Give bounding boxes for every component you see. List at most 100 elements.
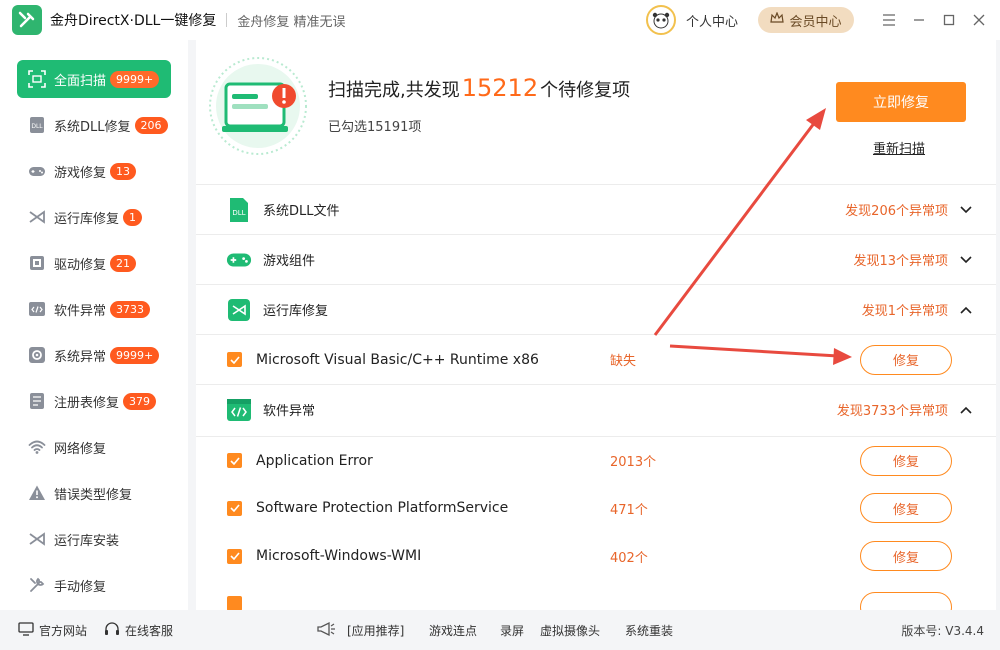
checkbox[interactable] [227, 596, 242, 610]
category-row-game[interactable]: 游戏组件 发现13个异常项 [196, 234, 996, 284]
sidebar-item-system-dll[interactable]: DLL 系统DLL修复 206 [17, 106, 171, 144]
chevron-down-icon[interactable] [958, 202, 974, 218]
code-icon [27, 299, 47, 319]
maximize-icon[interactable] [934, 0, 964, 40]
dll-icon: DLL [27, 115, 47, 135]
footer-link-system-reinstall[interactable]: 系统重装 [625, 622, 673, 639]
footer-link-screen-recorder[interactable]: 录屏 [500, 622, 524, 639]
dll-icon: DLL [226, 197, 252, 223]
rescan-link[interactable]: 重新扫描 [873, 138, 925, 157]
sidebar-item-label: 运行库修复 [54, 211, 120, 227]
scan-result-title: 扫描完成,共发现 15212 个待修复项 [328, 74, 630, 102]
gamepad-icon [226, 247, 252, 273]
minimize-icon[interactable] [904, 0, 934, 40]
wifi-icon [27, 437, 47, 457]
selected-count: 已勾选15191项 [328, 120, 422, 135]
category-row-runtime[interactable]: 运行库修复 发现1个异常项 [196, 284, 996, 334]
title-divider [226, 13, 228, 27]
sidebar-item-system-error[interactable]: 系统异常 9999+ [17, 336, 171, 374]
runtime-icon [226, 297, 252, 323]
sidebar-item-manual-repair[interactable]: 手动修复 [17, 566, 171, 604]
sidebar-badge: 3733 [110, 300, 151, 318]
app-title: 金舟DirectX·DLL一键修复 [50, 13, 217, 29]
close-icon[interactable] [964, 0, 994, 40]
fix-now-button[interactable]: 立即修复 [836, 82, 966, 122]
sidebar-item-label: 手动修复 [54, 579, 107, 595]
runtime-icon [27, 207, 47, 227]
sidebar-badge: 379 [123, 392, 157, 410]
category-row-software[interactable]: 软件异常 发现3733个异常项 [196, 384, 996, 434]
category-status: 发现1个异常项 [861, 304, 948, 319]
headset-icon [104, 621, 120, 640]
megaphone-icon [316, 621, 336, 640]
scan-icon [27, 69, 47, 89]
chevron-up-icon[interactable] [958, 302, 974, 318]
scan-title-suffix: 个待修复项 [540, 80, 631, 101]
code-icon [226, 397, 252, 423]
sidebar-badge: 206 [134, 116, 168, 134]
sidebar-item-runtime-install[interactable]: 运行库安装 [17, 520, 171, 558]
app-logo-icon [12, 5, 42, 35]
sidebar-item-registry-repair[interactable]: 注册表修复 379 [17, 382, 171, 420]
sidebar-item-label: 软件异常 [54, 303, 107, 319]
driver-icon [27, 253, 47, 273]
svg-text:DLL: DLL [31, 123, 43, 130]
scan-summary: 扫描完成,共发现 15212 个待修复项 已勾选15191项 立即修复 重新扫描 [196, 40, 996, 180]
scan-result-illustration-icon [208, 56, 308, 156]
official-website-label: 官方网站 [39, 623, 88, 638]
sidebar-item-driver-repair[interactable]: 驱动修复 21 [17, 244, 171, 282]
sidebar-item-network-repair[interactable]: 网络修复 [17, 428, 171, 466]
item-label: Software Protection PlatformService [256, 500, 509, 516]
chevron-up-icon[interactable] [958, 402, 974, 418]
sidebar-item-error-type-repair[interactable]: 错误类型修复 [17, 474, 171, 512]
main-panel: 扫描完成,共发现 15212 个待修复项 已勾选15191项 立即修复 重新扫描… [196, 40, 996, 610]
category-label: 游戏组件 [263, 254, 316, 269]
official-website-link[interactable]: 官方网站 [18, 621, 88, 639]
online-support-label: 在线客服 [125, 623, 174, 638]
category-label: 软件异常 [263, 404, 316, 419]
menu-icon[interactable] [874, 0, 904, 40]
crown-icon [770, 11, 785, 28]
checkbox[interactable] [227, 453, 242, 468]
chevron-down-icon[interactable] [958, 252, 974, 268]
category-status: 发现13个异常项 [853, 254, 948, 269]
item-count: 缺失 [610, 354, 637, 369]
item-count: 2013个 [610, 455, 657, 470]
fix-button[interactable]: 修复 [860, 541, 952, 571]
footer-link-virtual-camera[interactable]: 虚拟摄像头 [540, 622, 600, 639]
footer-bar: 官方网站 在线客服 [应用推荐] 游戏连点 录屏 虚拟摄像头 系统重装 版本号:… [0, 610, 1000, 650]
avatar[interactable] [645, 5, 676, 35]
fix-button[interactable]: 修复 [860, 344, 952, 375]
sidebar-item-game-repair[interactable]: 游戏修复 13 [17, 152, 171, 190]
fix-button[interactable]: 修复 [860, 445, 952, 476]
sidebar-item-full-scan[interactable]: 全面扫描 9999+ [17, 60, 171, 98]
sidebar-item-runtime-repair[interactable]: 运行库修复 1 [17, 198, 171, 236]
checkbox[interactable] [227, 352, 242, 367]
sidebar-badge: 13 [110, 162, 137, 180]
sidebar-item-label: 运行库安装 [54, 533, 120, 549]
fix-button[interactable]: 修复 [860, 493, 952, 523]
app-slogan: 金舟修复 精准无误 [237, 14, 346, 30]
sidebar-badge: 21 [110, 254, 137, 272]
vip-center-button[interactable]: 会员中心 [758, 7, 854, 33]
personal-center-link[interactable]: 个人中心 [686, 11, 738, 30]
item-count: 402个 [610, 550, 648, 566]
category-label: 运行库修复 [263, 304, 329, 319]
category-status: 发现3733个异常项 [836, 404, 948, 419]
sidebar-item-software-error[interactable]: 软件异常 3733 [17, 290, 171, 328]
list-item: Microsoft Visual Basic/C++ Runtime x86 缺… [196, 334, 996, 384]
list-item-partial [196, 582, 996, 610]
category-label: 系统DLL文件 [263, 204, 340, 219]
item-label: Microsoft-Windows-WMI [256, 548, 422, 564]
checkbox[interactable] [227, 548, 242, 564]
svg-text:DLL: DLL [232, 209, 245, 217]
category-status: 发现206个异常项 [845, 204, 948, 219]
online-support-link[interactable]: 在线客服 [104, 621, 173, 640]
registry-icon [27, 391, 47, 411]
category-row-dll[interactable]: DLL 系统DLL文件 发现206个异常项 [196, 184, 996, 234]
sidebar-badge: 9999+ [110, 346, 160, 364]
fix-button[interactable] [860, 592, 952, 610]
sidebar-item-label: 系统DLL修复 [54, 119, 131, 135]
checkbox[interactable] [227, 500, 242, 516]
footer-link-auto-clicker[interactable]: 游戏连点 [429, 622, 477, 639]
